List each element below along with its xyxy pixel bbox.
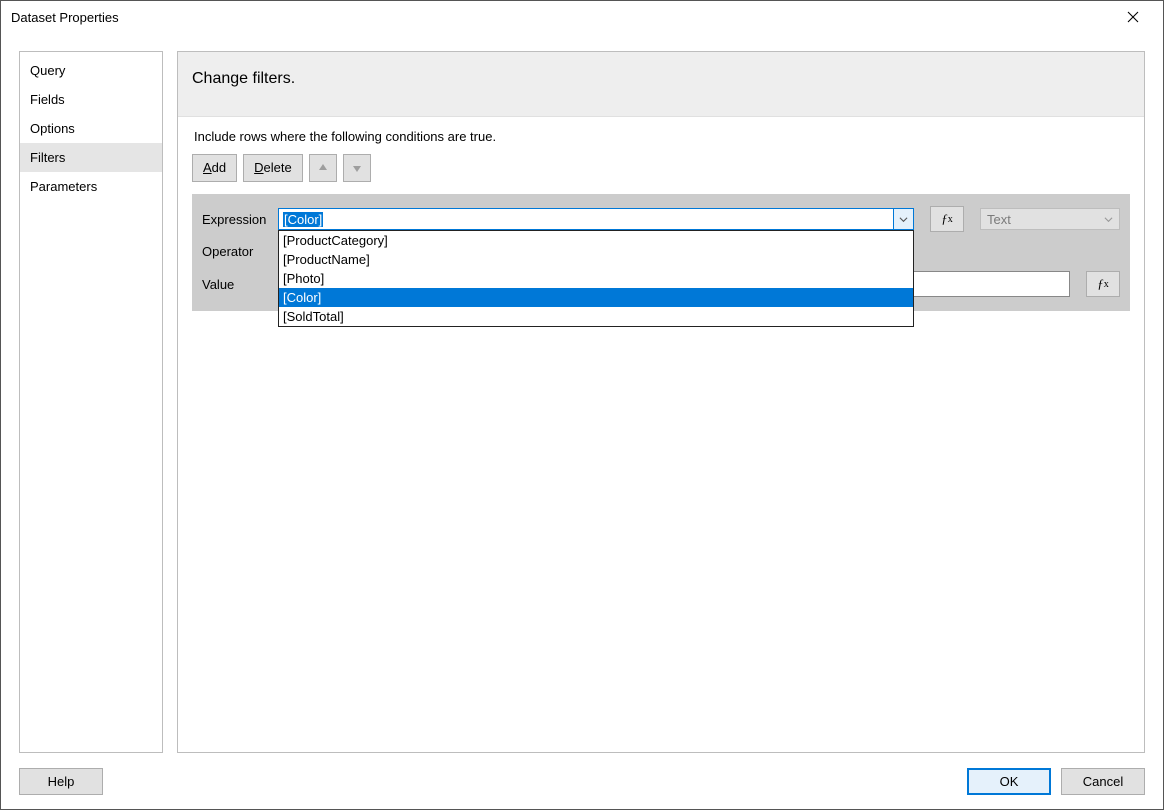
operator-label: Operator: [202, 244, 268, 259]
expression-input[interactable]: [Color]: [278, 208, 894, 230]
expression-dropdown-button[interactable]: [894, 208, 914, 230]
type-select[interactable]: Text: [980, 208, 1120, 230]
chevron-down-icon: [1104, 215, 1113, 224]
page-title: Change filters.: [178, 52, 1144, 117]
sidebar-item-filters[interactable]: Filters: [20, 143, 162, 172]
dropdown-option[interactable]: [Photo]: [279, 269, 913, 288]
sidebar-item-query[interactable]: Query: [20, 56, 162, 85]
expression-label: Expression: [202, 212, 268, 227]
expression-dropdown-list: [ProductCategory] [ProductName] [Photo] …: [278, 230, 914, 327]
arrow-down-icon: [351, 162, 363, 174]
value-label: Value: [202, 277, 268, 292]
help-button[interactable]: Help: [19, 768, 103, 795]
bottom-bar: Help OK Cancel: [19, 768, 1145, 795]
ok-button[interactable]: OK: [967, 768, 1051, 795]
sidebar-item-fields[interactable]: Fields: [20, 85, 162, 114]
expression-combobox[interactable]: [Color] [ProductCategory] [ProductName] …: [278, 208, 914, 230]
add-button[interactable]: Add: [192, 154, 237, 182]
expression-fx-button[interactable]: ƒx: [930, 206, 964, 232]
titlebar: Dataset Properties: [1, 1, 1163, 33]
window-title: Dataset Properties: [11, 10, 1111, 25]
dropdown-option[interactable]: [ProductCategory]: [279, 231, 913, 250]
sidebar-item-parameters[interactable]: Parameters: [20, 172, 162, 201]
filter-editor: Expression [Color] [ProductCategory] [Pr…: [192, 194, 1130, 311]
toolbar: Add Delete: [192, 154, 1130, 182]
sidebar-item-options[interactable]: Options: [20, 114, 162, 143]
description-text: Include rows where the following conditi…: [194, 129, 1130, 144]
type-select-value: Text: [987, 212, 1011, 227]
arrow-up-icon: [317, 162, 329, 174]
cancel-button[interactable]: Cancel: [1061, 768, 1145, 795]
chevron-down-icon: [899, 215, 908, 224]
dropdown-option[interactable]: [Color]: [279, 288, 913, 307]
close-button[interactable]: [1111, 2, 1155, 32]
move-up-button[interactable]: [309, 154, 337, 182]
sidebar: Query Fields Options Filters Parameters: [19, 51, 163, 753]
move-down-button[interactable]: [343, 154, 371, 182]
dialog-window: Dataset Properties Query Fields Options …: [0, 0, 1164, 810]
dropdown-option[interactable]: [ProductName]: [279, 250, 913, 269]
value-fx-button[interactable]: ƒx: [1086, 271, 1120, 297]
dropdown-option[interactable]: [SoldTotal]: [279, 307, 913, 326]
main-panel: Change filters. Include rows where the f…: [177, 51, 1145, 753]
delete-button[interactable]: Delete: [243, 154, 303, 182]
